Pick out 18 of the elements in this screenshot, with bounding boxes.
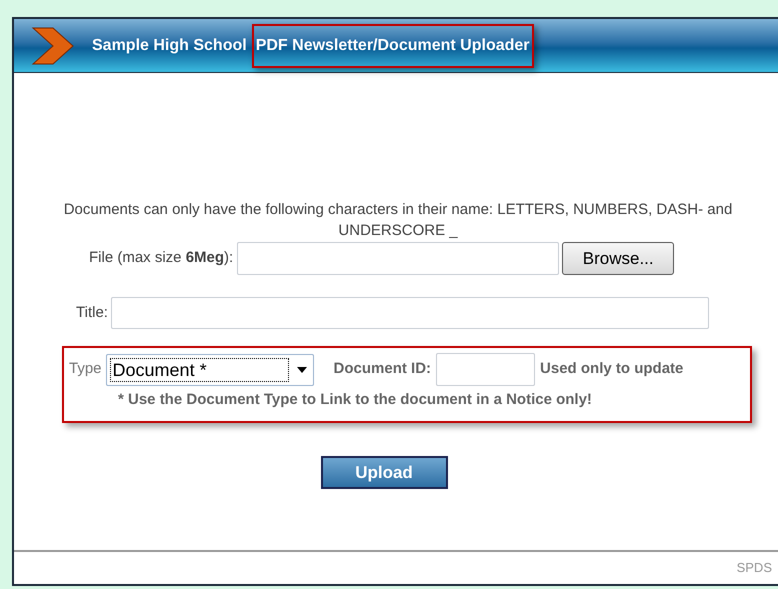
school-name: Sample High School [92,36,247,56]
file-input-field[interactable] [237,242,560,275]
type-label: Type [69,359,102,380]
title-input-field[interactable] [110,297,709,329]
file-label: File (max size 6Meg): [89,248,234,268]
browse-button[interactable]: Browse... [562,242,674,275]
type-select[interactable]: Document * [106,354,314,386]
title-label: Title: [76,302,108,323]
page-title: PDF Newsletter/Document Uploader [252,24,534,68]
document-id-field[interactable] [436,353,536,386]
document-id-hint: Used only to update [540,359,684,380]
document-id-label: Document ID: [334,359,432,380]
document-type-note: * Use the Document Type to Link to the document in a Notice only! [118,390,593,410]
upload-button[interactable]: Upload [320,456,448,489]
dropdown-arrow-icon [296,366,307,372]
chevron-logo-icon [31,26,75,66]
footer-text: SPDS [736,559,772,578]
filename-rules-text: Documents can only have the following characters in their name: LETTERS, NUMBERS, DASH- and UNDERSCORE _ [62,200,734,241]
